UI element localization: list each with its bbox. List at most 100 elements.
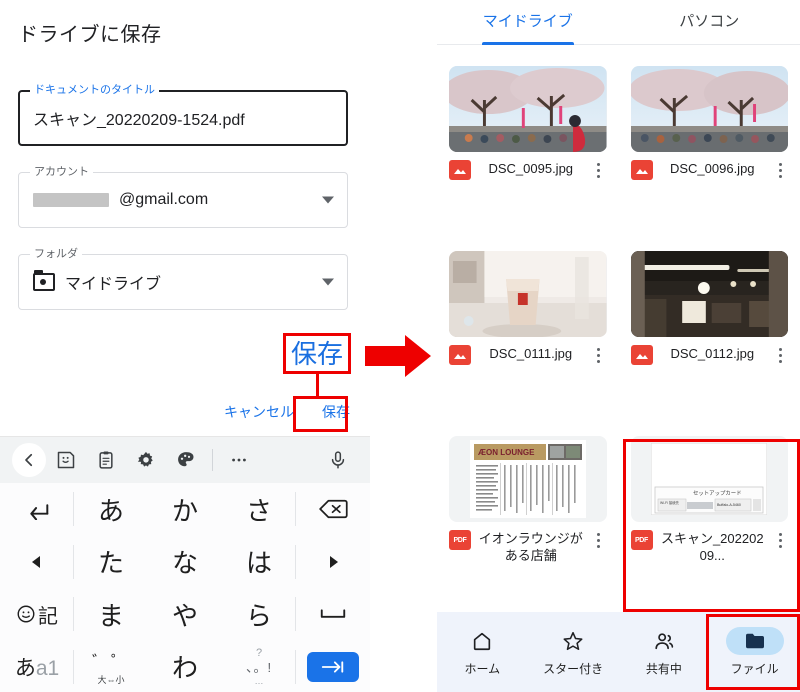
key-sa[interactable]: さ	[222, 483, 296, 536]
folder-value: マイドライブ	[65, 276, 162, 293]
key-ra[interactable]: ら	[222, 588, 296, 641]
bottom-navigation: ホーム スター付き 共有中 ファイル	[437, 612, 800, 692]
punct-symbols: 、。!	[245, 660, 273, 676]
key-na[interactable]: な	[148, 536, 222, 589]
callout-label: 保存	[290, 338, 343, 369]
cancel-button[interactable]: キャンセル	[214, 396, 304, 428]
file-thumbnail[interactable]	[630, 66, 788, 152]
key-emoji-symbols[interactable]: 記	[0, 588, 74, 641]
tab-computers[interactable]: パソコン	[619, 0, 800, 44]
palette-icon[interactable]	[166, 440, 206, 480]
tab-my-drive[interactable]: マイドライブ	[437, 0, 619, 44]
dakuten-size-toggle: 大⇔小	[97, 674, 125, 685]
sticker-icon[interactable]	[46, 440, 86, 480]
pdf-file-icon: PDF	[630, 530, 653, 550]
save-button[interactable]: 保存	[312, 396, 360, 428]
file-card[interactable]: DSC_0096.jpg	[619, 56, 800, 241]
input-mode-label: あa1	[14, 656, 60, 680]
keyboard-keys: あ か さ た な は 記 ま や ら あa1 ゛゜ 大⇔小 わ ? 、。! …	[0, 483, 370, 692]
people-icon	[635, 627, 693, 655]
file-thumbnail[interactable]	[449, 251, 607, 337]
setup-card-title: セットアップカード	[693, 490, 742, 497]
file-name: イオンラウンジがある店舗	[478, 531, 583, 563]
svg-text:Buffalo-A-5460: Buffalo-A-5460	[717, 503, 741, 507]
nav-item-shared[interactable]: 共有中	[619, 627, 710, 677]
callout-leader-line	[316, 374, 319, 398]
file-thumbnail[interactable]	[449, 66, 607, 152]
key-ha[interactable]: は	[222, 536, 296, 589]
document-title-field[interactable]: ドキュメントのタイトル スキャン_20220209-1524.pdf	[18, 82, 348, 146]
document-title-label: ドキュメントのタイトル	[30, 82, 159, 98]
punct-more: …	[254, 676, 264, 687]
dialog-actions: キャンセル 保存	[0, 396, 360, 428]
key-enter[interactable]	[296, 641, 370, 692]
file-thumbnail[interactable]	[630, 251, 788, 337]
key-ta[interactable]: た	[74, 536, 148, 589]
nav-label: ファイル	[730, 662, 779, 676]
file-card[interactable]: DSC_0111.jpg	[437, 241, 619, 426]
document-title-value: スキャン_20220209-1524.pdf	[33, 112, 245, 129]
nav-item-files[interactable]: ファイル	[709, 627, 800, 677]
file-name: スキャン_20220209...	[660, 531, 764, 563]
chevron-down-icon[interactable]	[322, 196, 334, 204]
image-file-icon	[630, 345, 653, 365]
file-meta: PDF スキャン_20220209...	[630, 530, 789, 564]
file-card[interactable]: DSC_0112.jpg	[619, 241, 800, 426]
key-a[interactable]: あ	[74, 483, 148, 536]
toolbar-divider	[212, 449, 213, 471]
redacted-username	[33, 193, 109, 207]
file-more-options-icon[interactable]	[772, 160, 788, 178]
image-file-icon	[449, 345, 471, 365]
file-thumbnail[interactable]: ÆON LOUNGE	[449, 436, 607, 522]
clipboard-icon[interactable]	[86, 440, 126, 480]
file-name: DSC_0095.jpg	[488, 161, 574, 176]
key-wa[interactable]: わ	[148, 641, 222, 692]
key-punctuation[interactable]: ? 、。! …	[222, 641, 296, 692]
file-name: DSC_0096.jpg	[669, 161, 755, 176]
key-input-mode[interactable]: あa1	[0, 641, 74, 692]
file-meta: DSC_0112.jpg	[630, 345, 789, 365]
file-more-options-icon[interactable]	[772, 530, 788, 548]
chevron-left-icon[interactable]	[12, 443, 46, 477]
key-cursor-right[interactable]	[296, 536, 370, 589]
file-meta: PDF イオンラウンジがある店舗	[449, 530, 607, 564]
folder-icon	[725, 627, 784, 655]
folder-field[interactable]: フォルダ マイドライブ	[18, 246, 348, 310]
key-ya[interactable]: や	[148, 588, 222, 641]
key-ma[interactable]: ま	[74, 588, 148, 641]
file-name: DSC_0111.jpg	[489, 346, 573, 361]
key-dakuten[interactable]: ゛゜ 大⇔小	[74, 641, 148, 692]
file-meta: DSC_0095.jpg	[449, 160, 607, 180]
nav-item-home[interactable]: ホーム	[437, 627, 528, 677]
key-undo[interactable]	[0, 483, 74, 536]
file-more-options-icon[interactable]	[772, 345, 788, 363]
more-horizontal-icon[interactable]	[219, 440, 259, 480]
drive-tabs: マイドライブ パソコン	[437, 0, 800, 45]
file-thumbnail[interactable]: セットアップカード Wi-Fi 接続先 Buffalo-A-5460	[630, 436, 788, 522]
aeon-lounge-header: ÆON LOUNGE	[478, 448, 535, 457]
key-ka[interactable]: か	[148, 483, 222, 536]
file-card[interactable]: DSC_0095.jpg	[437, 56, 619, 241]
file-more-options-icon[interactable]	[591, 530, 607, 548]
pdf-file-icon: PDF	[449, 530, 471, 550]
file-more-options-icon[interactable]	[591, 160, 607, 178]
key-backspace[interactable]	[296, 483, 370, 536]
callout-leader-line-horizontal	[296, 396, 319, 399]
account-domain: @gmail.com	[119, 191, 209, 208]
file-grid: DSC_0095.jpg DSC_0096.jpg DSC_0111.jpg D…	[437, 56, 800, 612]
account-field[interactable]: アカウント @gmail.com	[18, 164, 348, 228]
key-cursor-left[interactable]	[0, 536, 74, 589]
key-space[interactable]	[296, 588, 370, 641]
microphone-icon[interactable]	[318, 440, 358, 480]
file-more-options-icon[interactable]	[591, 345, 607, 363]
file-card[interactable]: ÆON LOUNGE PDF イオンラウンジがある店舗	[437, 426, 619, 611]
file-card[interactable]: セットアップカード Wi-Fi 接続先 Buffalo-A-5460 PDF ス…	[619, 426, 800, 611]
gear-icon[interactable]	[126, 440, 166, 480]
nav-label: ホーム	[464, 662, 501, 676]
emoji-key-label: 記	[38, 605, 58, 628]
dakuten-marks: ゛゜	[91, 653, 130, 671]
account-value: @gmail.com	[33, 191, 208, 209]
file-name: DSC_0112.jpg	[670, 346, 755, 361]
chevron-down-icon[interactable]	[322, 278, 334, 286]
nav-item-starred[interactable]: スター付き	[528, 627, 619, 677]
